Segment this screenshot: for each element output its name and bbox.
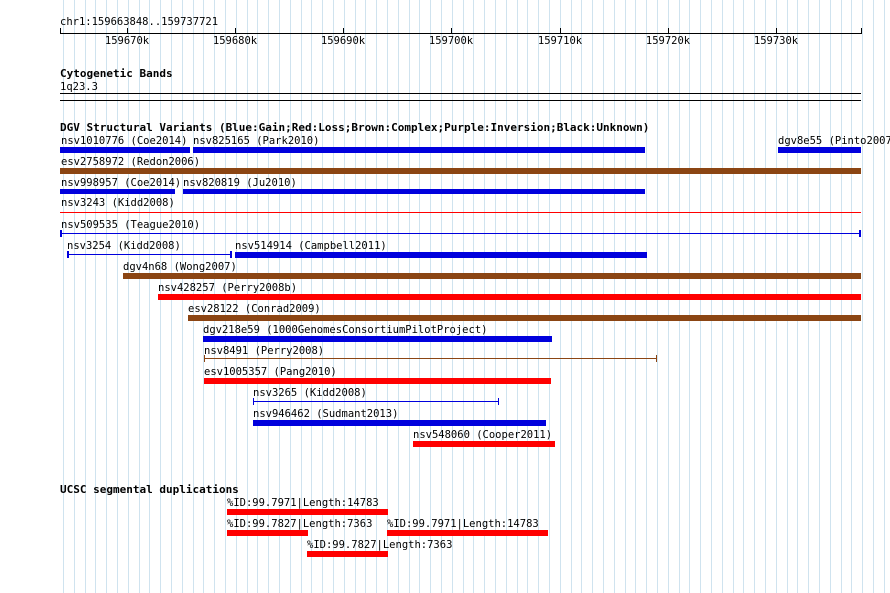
- dgv-feature-line[interactable]: [67, 254, 232, 255]
- dgv-feature-end: [204, 355, 205, 362]
- dgv-feature-bar[interactable]: [183, 189, 645, 194]
- dgv-feature-end: [859, 230, 861, 237]
- dgv-feature-line[interactable]: [253, 401, 499, 402]
- dgv-feature-bar[interactable]: [413, 441, 555, 447]
- dgv-feature-bar[interactable]: [123, 273, 861, 279]
- dgv-feature-bar[interactable]: [188, 315, 861, 321]
- dgv-feature-label: esv2758972 (Redon2006): [61, 156, 201, 168]
- segdup-feature-label: %ID:99.7971|Length:14783: [227, 497, 379, 509]
- dgv-feature-label: dgv4n68 (Wong2007): [123, 261, 237, 273]
- ruler-tick: [127, 28, 128, 34]
- dgv-feature-label: nsv825165 (Park2010): [193, 135, 320, 147]
- dgv-feature-end: [656, 355, 657, 362]
- ruler-tick: [560, 28, 561, 34]
- dgv-feature-label: nsv3254 (Kidd2008): [67, 240, 181, 252]
- segdup-feature-bar[interactable]: [307, 551, 388, 557]
- dgv-feature-label: nsv998957 (Coe2014): [61, 177, 182, 189]
- ruler-tick: [235, 28, 236, 34]
- dgv-feature-bar[interactable]: [60, 189, 73, 194]
- dgv-feature-line[interactable]: [60, 212, 861, 213]
- dgv-feature-line[interactable]: [60, 233, 861, 234]
- dgv-feature-label: nsv820819 (Ju2010): [183, 177, 297, 189]
- ruler-tick: [451, 28, 452, 34]
- ruler-tick-label: 159680k: [212, 35, 258, 47]
- dgv-feature-label: nsv8491 (Perry2008): [204, 345, 325, 357]
- cytoband-label: 1q23.3: [60, 81, 98, 93]
- segdup-feature-bar[interactable]: [387, 530, 548, 536]
- dgv-feature-label: dgv8e55 (Pinto2007): [778, 135, 890, 147]
- ruler-tick-label: 159690k: [320, 35, 366, 47]
- dgv-feature-end: [230, 251, 232, 258]
- dgv-feature-label: esv28122 (Conrad2009): [188, 303, 321, 315]
- ruler-tick-label: 159720k: [645, 35, 691, 47]
- ruler-end-tick: [861, 28, 862, 34]
- segdup-feature-label: %ID:99.7827|Length:7363: [307, 539, 453, 551]
- dgv-feature-bar[interactable]: [203, 336, 552, 342]
- ruler-tick: [668, 28, 669, 34]
- dgv-feature-end: [253, 398, 254, 405]
- segdup-feature-label: %ID:99.7971|Length:14783: [387, 518, 539, 530]
- ruler-tick-label: 159700k: [428, 35, 474, 47]
- cytoband-bar-top[interactable]: [60, 93, 861, 94]
- dgv-feature-end: [498, 398, 499, 405]
- ruler-tick-label: 159670k: [104, 35, 150, 47]
- dgv-feature-bar[interactable]: [778, 147, 861, 153]
- dgv-feature-label: nsv548060 (Cooper2011): [413, 429, 553, 441]
- dgv-feature-bar[interactable]: [193, 147, 645, 153]
- cytoband-track-title: Cytogenetic Bands: [60, 67, 173, 80]
- ruler-tick-label: 159730k: [753, 35, 799, 47]
- dgv-feature-bar[interactable]: [235, 252, 647, 258]
- segdup-feature-label: %ID:99.7827|Length:7363: [227, 518, 373, 530]
- dgv-feature-bar[interactable]: [60, 168, 861, 174]
- segdup-feature-bar[interactable]: [227, 530, 308, 536]
- segdup-feature-bar[interactable]: [227, 509, 388, 515]
- dgv-track-title: DGV Structural Variants (Blue:Gain;Red:L…: [60, 121, 650, 134]
- cytoband-bar-bottom[interactable]: [60, 100, 861, 101]
- ruler-tick: [776, 28, 777, 34]
- dgv-feature-label: dgv218e59 (1000GenomesConsortiumPilotPro…: [203, 324, 488, 336]
- dgv-feature-label: nsv428257 (Perry2008b): [158, 282, 298, 294]
- dgv-feature-label: nsv1010776 (Coe2014): [61, 135, 188, 147]
- ruler-tick: [343, 28, 344, 34]
- dgv-feature-bar[interactable]: [204, 378, 551, 384]
- ruler-axis: [60, 33, 861, 34]
- dgv-feature-bar[interactable]: [60, 147, 190, 153]
- dgv-feature-label: esv1005357 (Pang2010): [204, 366, 337, 378]
- dgv-feature-bar[interactable]: [158, 294, 861, 300]
- dgv-feature-end: [60, 230, 62, 237]
- segdup-track-title: UCSC segmental duplications: [60, 483, 239, 496]
- dgv-feature-label: nsv3243 (Kidd2008): [61, 197, 175, 209]
- dgv-feature-label: nsv514914 (Campbell2011): [235, 240, 387, 252]
- region-label: chr1:159663848..159737721: [60, 16, 219, 28]
- dgv-feature-end: [67, 251, 69, 258]
- dgv-feature-bar[interactable]: [253, 420, 546, 426]
- ruler-start-tick: [60, 28, 61, 34]
- dgv-feature-label: nsv509535 (Teague2010): [61, 219, 201, 231]
- dgv-feature-label: nsv3265 (Kidd2008): [253, 387, 367, 399]
- ruler-tick-label: 159710k: [537, 35, 583, 47]
- dgv-feature-bar[interactable]: [60, 189, 175, 194]
- dgv-feature-line[interactable]: [204, 358, 657, 359]
- dgv-feature-label: nsv946462 (Sudmant2013): [253, 408, 399, 420]
